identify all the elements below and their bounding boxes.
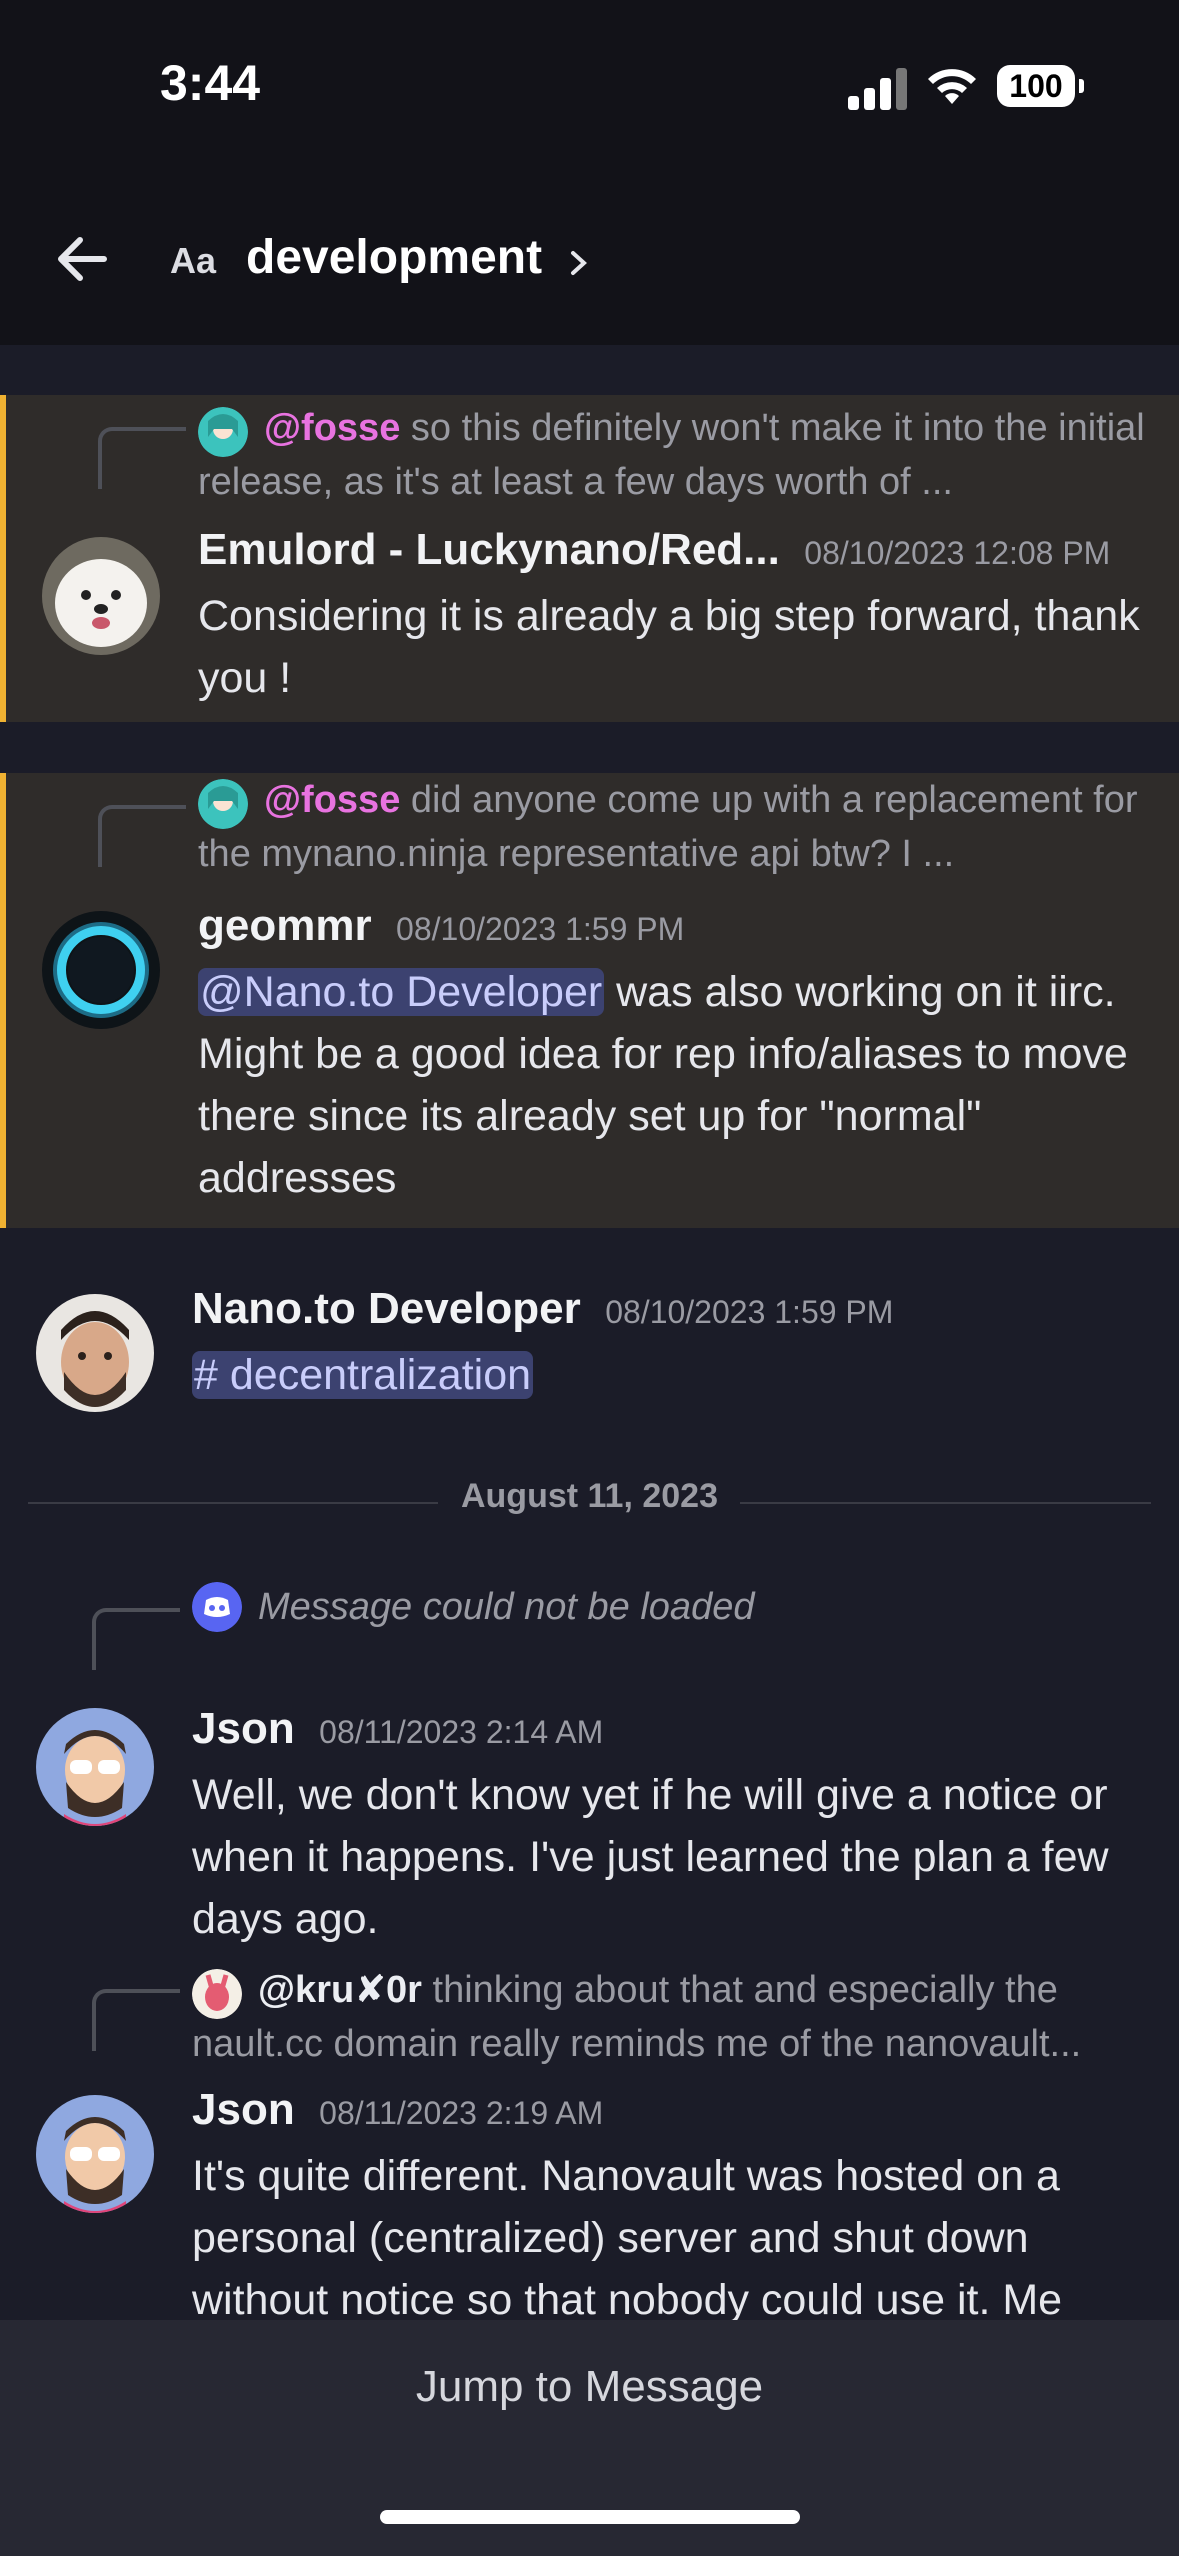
home-indicator: [380, 2510, 800, 2524]
reply-connector: [92, 1608, 180, 1670]
reply-preview[interactable]: Message could not be loaded: [192, 1580, 1142, 1634]
reply-username: @fosse: [264, 407, 401, 449]
avatar[interactable]: [36, 2095, 154, 2213]
date-divider-label: August 11, 2023: [460, 1477, 718, 1515]
chevron-right-icon[interactable]: [568, 248, 590, 278]
feed-top-spacer: [0, 345, 1179, 395]
message-item[interactable]: @fosse did anyone come up with a replace…: [0, 773, 1179, 1228]
author-name[interactable]: Json: [192, 1704, 295, 1753]
reply-connector: [92, 1989, 180, 2051]
message-timestamp: 08/10/2023 12:08 PM: [804, 535, 1111, 571]
text-channel-icon: Aa: [170, 240, 217, 281]
wifi-icon: [928, 69, 976, 104]
reply-connector: [98, 427, 186, 489]
message-header: Emulord - Luckynano/Red... 08/10/2023 12…: [198, 525, 1110, 575]
message-body: Considering it is already a big step for…: [198, 592, 1140, 702]
author-name[interactable]: geommr: [198, 901, 372, 950]
battery-icon: 100: [997, 65, 1084, 107]
reply-connector: [98, 805, 186, 867]
message-header: geommr 08/10/2023 1:59 PM: [198, 901, 684, 951]
message-item[interactable]: Nano.to Developer 08/10/2023 1:59 PM # d…: [0, 1280, 1179, 1440]
channel-mention[interactable]: # decentralization: [192, 1351, 534, 1399]
reply-snippet: Message could not be loaded: [258, 1586, 755, 1628]
message-item[interactable]: @fosse so this definitely won't make it …: [0, 395, 1179, 722]
message-timestamp: 08/10/2023 1:59 PM: [605, 1294, 894, 1330]
avatar[interactable]: [36, 1294, 154, 1412]
author-name[interactable]: Json: [192, 2085, 295, 2134]
channel-title[interactable]: development: [246, 230, 542, 285]
avatar[interactable]: [42, 537, 160, 655]
reply-username: @kru✘0r: [258, 1969, 422, 2011]
reply-preview[interactable]: @kru✘0r thinking about that and especial…: [192, 1963, 1142, 2071]
message-header: Nano.to Developer 08/10/2023 1:59 PM: [192, 1284, 893, 1334]
message-item[interactable]: Message could not be loaded Json 08/11/2…: [0, 1570, 1179, 1943]
message-timestamp: 08/11/2023 2:14 AM: [319, 1714, 604, 1750]
message-timestamp: 08/10/2023 1:59 PM: [396, 911, 685, 947]
back-arrow-icon[interactable]: [52, 228, 114, 290]
user-mention[interactable]: @Nano.to Developer: [198, 968, 605, 1016]
avatar[interactable]: [42, 911, 160, 1029]
reply-preview[interactable]: @fosse did anyone come up with a replace…: [198, 773, 1148, 881]
date-divider: August 11, 2023: [28, 1477, 1151, 1527]
message-body: @Nano.to Developer was also working on i…: [198, 961, 1158, 1209]
avatar[interactable]: [36, 1708, 154, 1826]
reply-username: @fosse: [264, 779, 401, 821]
message-header: Json 08/11/2023 2:14 AM: [192, 1704, 603, 1754]
message-timestamp: 08/11/2023 2:19 AM: [319, 2095, 604, 2131]
status-time: 3:44: [160, 55, 261, 111]
reply-preview[interactable]: @fosse so this definitely won't make it …: [198, 401, 1148, 509]
message-body: It's quite different. Nanovault was host…: [192, 2152, 1063, 2320]
author-name[interactable]: Nano.to Developer: [192, 1284, 581, 1333]
message-header: Json 08/11/2023 2:19 AM: [192, 2085, 603, 2135]
message-body: Well, we don't know yet if he will give …: [192, 1771, 1109, 1943]
message-item[interactable]: @kru✘0r thinking about that and especial…: [0, 1957, 1179, 2320]
jump-to-message-button[interactable]: Jump to Message: [0, 2362, 1179, 2412]
message-feed[interactable]: @fosse so this definitely won't make it …: [0, 345, 1179, 2320]
cellular-signal-icon: [848, 68, 908, 110]
status-bar: 3:44 100: [0, 0, 1179, 180]
author-name[interactable]: Emulord - Luckynano/Red...: [198, 525, 780, 574]
message-body: # decentralization: [192, 1344, 1152, 1406]
